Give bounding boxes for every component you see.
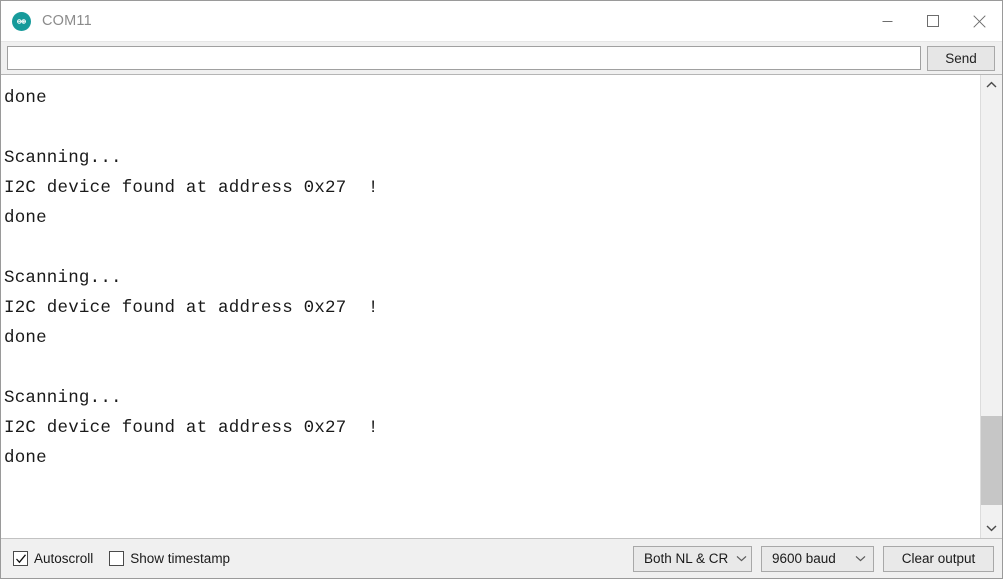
serial-output-line: Scanning... xyxy=(4,268,122,288)
title-bar-left: COM11 xyxy=(1,11,92,31)
console-area: I2C device found at address 0x27 ! done S… xyxy=(1,74,1002,538)
send-button[interactable]: Send xyxy=(927,45,995,71)
maximize-button[interactable] xyxy=(910,1,956,41)
send-bar: Send xyxy=(1,41,1002,74)
window-controls xyxy=(864,1,1002,41)
titlebar-separator xyxy=(1,40,1002,41)
serial-output-line: done xyxy=(4,448,47,468)
chevron-down-icon xyxy=(736,555,747,562)
serial-output-line: done xyxy=(4,208,47,228)
console-scrollbar[interactable] xyxy=(980,75,1002,538)
scroll-down-button[interactable] xyxy=(981,518,1002,538)
serial-output-line: I2C device found at address 0x27 ! xyxy=(4,75,980,83)
autoscroll-option[interactable]: Autoscroll xyxy=(13,551,93,566)
clear-output-button[interactable]: Clear output xyxy=(883,545,994,572)
show-timestamp-checkbox[interactable] xyxy=(109,551,125,566)
serial-output[interactable]: I2C device found at address 0x27 ! done S… xyxy=(1,75,980,538)
serial-output-line: I2C device found at address 0x27 ! xyxy=(4,298,379,318)
serial-output-line xyxy=(4,233,980,263)
scrollbar-thumb[interactable] xyxy=(981,416,1002,506)
window-title: COM11 xyxy=(42,13,92,29)
autoscroll-label: Autoscroll xyxy=(34,551,94,566)
show-timestamp-label: Show timestamp xyxy=(130,551,231,566)
status-bar-right: Both NL & CR 9600 baud Clear output xyxy=(633,545,994,572)
autoscroll-checkbox[interactable] xyxy=(13,551,28,566)
serial-output-line xyxy=(4,113,980,143)
scrollbar-track[interactable] xyxy=(981,95,1002,518)
status-bar: Autoscroll Show timestamp Both NL & CR 9… xyxy=(1,538,1002,578)
chevron-down-icon xyxy=(855,555,866,562)
line-ending-select[interactable]: Both NL & CR xyxy=(633,545,752,572)
serial-output-lines: I2C device found at address 0x27 ! done S… xyxy=(1,75,980,473)
baud-rate-select[interactable]: 9600 baud xyxy=(761,545,874,572)
close-button[interactable] xyxy=(956,1,1002,41)
serial-monitor-window: COM11 Send done Scanning... I2C device f… xyxy=(0,0,1003,579)
serial-output-line xyxy=(4,353,980,383)
minimize-button[interactable] xyxy=(864,1,910,41)
send-input[interactable] xyxy=(7,46,921,70)
baud-rate-value: 9600 baud xyxy=(772,551,836,566)
serial-output-line: done xyxy=(4,88,47,108)
serial-output-line: I2C device found at address 0x27 ! xyxy=(4,178,379,198)
scroll-up-button[interactable] xyxy=(981,75,1002,95)
serial-output-line: Scanning... xyxy=(4,388,122,408)
serial-output-line: done xyxy=(4,328,47,348)
serial-output-line: Scanning... xyxy=(4,148,122,168)
arduino-infinity-icon xyxy=(12,11,31,31)
show-timestamp-option[interactable]: Show timestamp xyxy=(109,551,230,566)
serial-output-line: I2C device found at address 0x27 ! xyxy=(4,418,379,438)
title-bar: COM11 xyxy=(1,1,1002,41)
line-ending-value: Both NL & CR xyxy=(644,551,729,566)
